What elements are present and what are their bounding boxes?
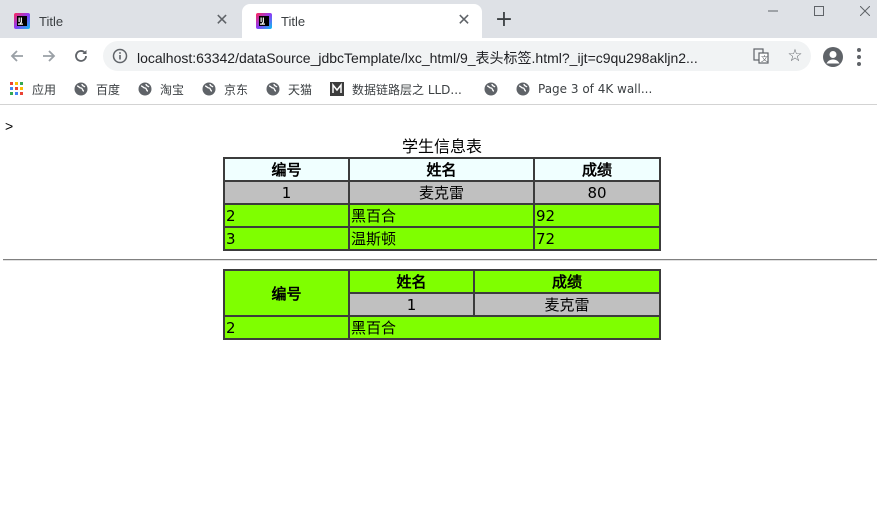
tab-title-2[interactable]: IJ Title ✕ — [242, 4, 482, 38]
table-header-row: 编号 姓名 成绩 — [223, 269, 661, 317]
cell-score: 92 — [533, 203, 661, 228]
reload-button[interactable] — [69, 44, 93, 68]
table-row: 2 黑百合 — [223, 315, 661, 340]
close-tab-icon[interactable]: ✕ — [456, 13, 472, 29]
cell-id: 2 — [223, 315, 350, 340]
tab-label: Title — [281, 13, 306, 29]
rowspan-table: 编号 姓名 成绩 1 麦克雷 2 黑百合 — [223, 269, 661, 340]
header-id: 编号 — [223, 157, 350, 182]
svg-text:IJ: IJ — [260, 17, 264, 24]
maximize-icon — [814, 6, 824, 16]
back-button[interactable] — [5, 44, 29, 68]
bookmark-label: 淘宝 — [160, 82, 185, 97]
header-score: 成绩 — [533, 157, 661, 182]
header-name: 姓名 — [348, 269, 475, 294]
globe-icon — [138, 82, 152, 96]
forward-button[interactable] — [37, 44, 61, 68]
new-tab-button[interactable]: + — [494, 9, 514, 31]
table-header-row: 编号 姓名 成绩 — [223, 157, 661, 182]
cell-name: 麦克雷 — [348, 180, 535, 205]
tab-title-1[interactable]: IJ Title ✕ — [0, 4, 240, 38]
jetbrains-icon: IJ — [256, 13, 272, 29]
page-content: > 学生信息表 编号 姓名 成绩 1 麦克雷 80 2 黑百合 92 3 温斯顿… — [0, 105, 877, 516]
bookmark-apps[interactable]: 应用 — [10, 80, 56, 98]
globe-icon — [74, 82, 88, 96]
header-score: 成绩 — [473, 269, 661, 294]
bookmark-label: 百度 — [96, 82, 121, 97]
translate-icon[interactable]: 文 — [753, 48, 769, 64]
cell-name: 麦克雷 — [473, 292, 661, 317]
student-info-table: 学生信息表 编号 姓名 成绩 1 麦克雷 80 2 黑百合 92 3 温斯顿 7… — [223, 137, 661, 251]
close-window-button[interactable] — [842, 0, 877, 22]
cell-name: 黑百合 — [348, 315, 661, 340]
bookmark-label: 京东 — [224, 82, 249, 97]
globe-icon — [484, 82, 498, 96]
cell-id: 3 — [223, 226, 350, 251]
bookmark-lld[interactable]: 数据链路层之 LLD... — [330, 80, 462, 98]
menu-kebab-icon[interactable] — [856, 48, 862, 66]
header-id-rowspan: 编号 — [223, 269, 350, 317]
jetbrains-icon: IJ — [14, 13, 30, 29]
cell-name: 温斯顿 — [348, 226, 535, 251]
table-caption: 学生信息表 — [401, 137, 482, 156]
table-row: 1 麦克雷 80 — [223, 180, 661, 205]
browser-toolbar: localhost:63342/dataSource_jdbcTemplate/… — [0, 38, 877, 74]
close-window-icon — [860, 6, 870, 16]
m-logo-icon — [330, 82, 344, 96]
tab-strip: IJ Title ✕ IJ Title ✕ + — [0, 0, 877, 38]
table-row: 3 温斯顿 72 — [223, 226, 661, 251]
bookmark-baidu[interactable]: 百度 — [74, 80, 120, 98]
bookmarks-bar: 应用 百度 淘宝 京东 天猫 数据链路层之 LLD... Page 3 of 4… — [0, 74, 877, 105]
cell-id: 2 — [223, 203, 350, 228]
cell-score: 80 — [533, 180, 661, 205]
bookmark-star-icon[interactable]: ☆ — [785, 46, 805, 66]
url-text[interactable]: localhost:63342/dataSource_jdbcTemplate/… — [137, 48, 698, 68]
info-icon[interactable] — [112, 48, 128, 64]
svg-text:IJ: IJ — [18, 17, 22, 24]
minimize-button[interactable] — [750, 0, 796, 22]
svg-text:文: 文 — [761, 54, 768, 63]
globe-icon — [516, 82, 530, 96]
bookmark-wallpaper[interactable]: Page 3 of 4K wall... — [516, 80, 652, 98]
cell-name: 黑百合 — [348, 203, 535, 228]
globe-icon — [266, 82, 280, 96]
cell-id: 1 — [348, 292, 475, 317]
cell-score: 72 — [533, 226, 661, 251]
forward-arrow-icon — [43, 50, 56, 62]
bookmark-label: 数据链路层之 LLD... — [352, 82, 462, 97]
minimize-icon — [768, 10, 778, 12]
bookmark-globe[interactable] — [484, 80, 506, 98]
header-name: 姓名 — [348, 157, 535, 182]
account-icon[interactable] — [822, 46, 844, 68]
bookmark-jd[interactable]: 京东 — [202, 80, 248, 98]
cell-id: 1 — [223, 180, 350, 205]
globe-icon — [202, 82, 216, 96]
bookmark-label: 应用 — [32, 82, 57, 97]
table-row: 2 黑百合 92 — [223, 203, 661, 228]
bookmark-label: 天猫 — [288, 82, 313, 97]
address-bar[interactable]: localhost:63342/dataSource_jdbcTemplate/… — [103, 41, 811, 71]
apps-grid-icon — [10, 82, 24, 96]
bookmark-label: Page 3 of 4K wall... — [538, 82, 653, 96]
back-arrow-icon — [10, 50, 23, 62]
bookmark-taobao[interactable]: 淘宝 — [138, 80, 184, 98]
bookmark-tmall[interactable]: 天猫 — [266, 80, 312, 98]
close-tab-icon[interactable]: ✕ — [214, 13, 230, 29]
reload-icon — [75, 50, 87, 62]
horizontal-rule — [3, 259, 877, 261]
tab-label: Title — [39, 13, 64, 29]
maximize-button[interactable] — [796, 0, 842, 22]
stray-text: > — [5, 118, 14, 134]
